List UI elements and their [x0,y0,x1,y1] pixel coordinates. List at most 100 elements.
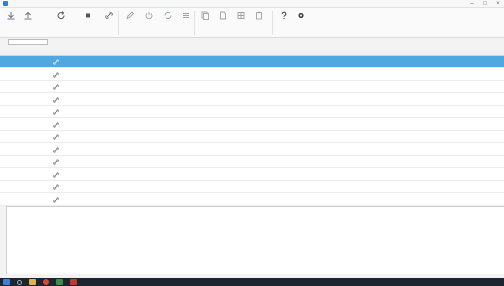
log-entry [9,221,33,224]
link-status-icon [53,134,59,140]
link-status-icon [53,84,59,90]
log-entry [9,254,33,257]
toolbar-button-5[interactable] [101,11,117,31]
toolbar-button-1[interactable] [3,11,19,31]
close-button[interactable]: × [495,1,501,7]
copy-icon [201,11,209,20]
minimize-button[interactable]: – [469,1,475,7]
toolbar-button-label [101,22,117,26]
row-number [4,56,9,68]
alert-icon[interactable] [70,279,77,285]
row-name [14,156,54,168]
row-number [4,106,9,118]
toolbar-button-3[interactable] [53,11,69,31]
table-row[interactable] [0,156,504,168]
search-bar [0,38,504,46]
application-window: – □ × [0,0,504,286]
log-entry [9,216,33,219]
row-number [4,119,9,131]
link-status-icon [53,109,59,115]
toolbar-button-4[interactable] [80,11,96,31]
log-entry [9,233,33,236]
table-row[interactable] [0,194,504,206]
refresh-icon [57,11,65,20]
row-name [14,181,54,193]
toolbar-button-label [233,22,249,26]
toolbar-button-label [197,22,213,26]
toolbar-button-8[interactable] [160,11,176,31]
toolbar-button-label [20,22,36,26]
row-number [4,144,9,156]
toolbar-separator [272,11,273,35]
toolbar-button-label [122,22,138,26]
row-count [195,144,209,156]
row-name [14,131,54,143]
row-count [195,119,209,131]
settings-icon [298,12,304,19]
toolbar-separator [194,11,195,35]
row-name [14,69,54,81]
start-icon[interactable] [3,279,10,285]
app-icon[interactable] [56,279,63,285]
search-input[interactable] [8,39,48,45]
toolbar-button-13[interactable] [251,11,267,31]
table-row[interactable] [0,169,504,181]
table-row[interactable] [0,131,504,143]
log-entry [9,229,33,232]
table-row[interactable] [0,181,504,193]
log-entry [9,258,33,261]
row-number [4,131,9,143]
toolbar-button-15[interactable] [293,11,309,31]
maximize-button[interactable]: □ [482,1,488,7]
table-row[interactable] [0,119,504,131]
document-icon [220,11,226,20]
table-row[interactable] [0,56,504,68]
toolbar-button-11[interactable] [215,11,231,31]
toolbar-button-10[interactable] [197,11,213,31]
table-row[interactable] [0,81,504,93]
toolbar-button-2[interactable] [20,11,36,31]
toolbar-group-label [4,32,44,36]
row-name [14,144,54,156]
row-number [4,69,9,81]
table-row[interactable] [0,106,504,118]
toolbar-button-label [293,22,309,26]
chrome-icon[interactable] [43,279,49,285]
edit-icon [126,11,135,20]
row-number [4,156,9,168]
toolbar-button-9[interactable] [178,11,194,31]
toolbar-group-label [128,32,178,36]
toolbar-button-14[interactable] [276,11,292,31]
link-status-icon [53,97,59,102]
toolbar-button-12[interactable] [233,11,249,31]
log-entry [9,246,33,249]
toolbar-group-label [205,32,255,36]
toolbar-button-6[interactable] [122,11,138,31]
toolbar-button-7[interactable] [141,11,157,31]
log-entry [9,208,33,211]
taskbar [0,278,504,286]
toolbar-button-label [141,22,157,26]
sync-icon [164,12,172,19]
search-icon[interactable] [17,279,22,285]
table-row[interactable] [0,94,504,106]
toolbar-button-label [80,22,96,26]
power-icon [145,11,153,20]
toolbar-button-label [53,22,69,26]
help-icon [281,11,287,20]
table-row[interactable] [0,144,504,156]
row-count [195,81,209,93]
app-logo-icon [3,1,8,6]
log-entry [9,212,33,215]
file-explorer-icon[interactable] [29,279,36,285]
grid-icon [237,12,245,19]
toolbar-button-label [251,22,267,26]
table-row[interactable] [0,69,504,81]
toolbar-ribbon [0,8,504,38]
link-status-icon [53,197,59,202]
row-number [4,181,9,193]
link-icon [105,12,113,19]
list-icon [183,13,189,18]
row-count [195,56,209,68]
row-name [14,56,54,68]
